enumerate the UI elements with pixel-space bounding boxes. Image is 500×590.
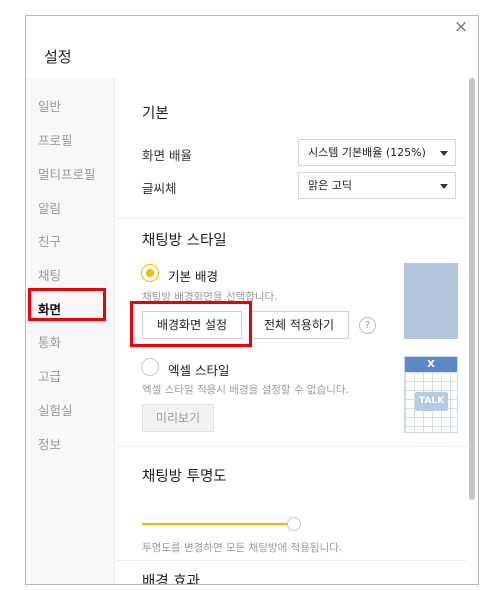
excel-style-preview: X TALK [404, 356, 458, 433]
window-title: 설정 [44, 48, 72, 66]
apply-all-button[interactable]: 전체 적용하기 [249, 311, 349, 339]
background-effect-heading: 배경 효과 [142, 574, 200, 585]
section-divider [116, 218, 466, 219]
sidebar-item-profile[interactable]: 프로필 [38, 130, 73, 149]
help-icon[interactable]: ? [359, 317, 376, 334]
basic-background-radio[interactable] [141, 264, 159, 282]
font-label: 글씨체 [142, 181, 177, 196]
font-select[interactable]: 맑은 고딕 [298, 172, 456, 199]
sidebar: 일반 프로필 멀티프로필 알림 친구 채팅 화면 통화 고급 실험실 정보 [26, 78, 115, 584]
sidebar-item-chat[interactable]: 채팅 [38, 265, 61, 284]
sidebar-item-display[interactable]: 화면 [38, 299, 61, 318]
font-value: 맑은 고딕 [308, 179, 352, 192]
basic-background-description: 채팅방 배경화면을 선택합니다. [142, 291, 278, 303]
basic-background-preview [404, 263, 458, 339]
sidebar-item-info[interactable]: 정보 [38, 434, 61, 453]
sidebar-item-call[interactable]: 통화 [38, 332, 61, 351]
transparency-heading: 채팅방 투명도 [142, 469, 227, 485]
excel-style-description: 엑셀 스타일 적용시 배경을 설정할 수 없습니다. [142, 384, 349, 396]
set-wallpaper-button[interactable]: 배경화면 설정 [142, 311, 242, 339]
screen-scale-select[interactable]: 시스템 기본배율 (125%) [298, 139, 456, 166]
settings-content: 기본 화면 배율 시스템 기본배율 (125%) 글씨체 맑은 고딕 채팅방 스… [116, 78, 478, 584]
talk-bubble-icon: TALK [415, 392, 448, 411]
transparency-slider-track[interactable] [142, 523, 292, 525]
chevron-down-icon [440, 184, 448, 189]
excel-style-radio[interactable] [141, 358, 159, 376]
preview-button[interactable]: 미리보기 [142, 404, 214, 432]
sidebar-item-advanced[interactable]: 고급 [38, 366, 61, 385]
chevron-down-icon [440, 151, 448, 156]
basic-background-label: 기본 배경 [168, 269, 218, 284]
sidebar-item-labs[interactable]: 실험실 [38, 400, 73, 419]
sidebar-item-general[interactable]: 일반 [38, 96, 61, 115]
excel-badge-icon: X [405, 357, 457, 372]
screen-scale-label: 화면 배율 [142, 148, 192, 163]
excel-style-label: 엑셀 스타일 [168, 363, 230, 378]
sidebar-item-multiprofile[interactable]: 멀티프로필 [38, 164, 96, 183]
basic-heading: 기본 [142, 106, 169, 122]
section-divider [116, 446, 466, 447]
settings-window: × 설정 일반 프로필 멀티프로필 알림 친구 채팅 화면 통화 고급 실험실 … [25, 15, 479, 585]
screen-scale-value: 시스템 기본배율 (125%) [308, 146, 426, 159]
scrollbar[interactable] [469, 78, 475, 500]
chat-style-heading: 채팅방 스타일 [142, 233, 227, 249]
transparency-slider-thumb[interactable] [287, 517, 301, 531]
section-divider [116, 560, 466, 561]
transparency-description: 투명도를 변경하면 모든 채팅방에 적용됩니다. [142, 542, 343, 554]
sidebar-item-notifications[interactable]: 알림 [38, 198, 61, 217]
sidebar-item-friends[interactable]: 친구 [38, 231, 61, 250]
close-icon[interactable]: × [452, 18, 470, 36]
